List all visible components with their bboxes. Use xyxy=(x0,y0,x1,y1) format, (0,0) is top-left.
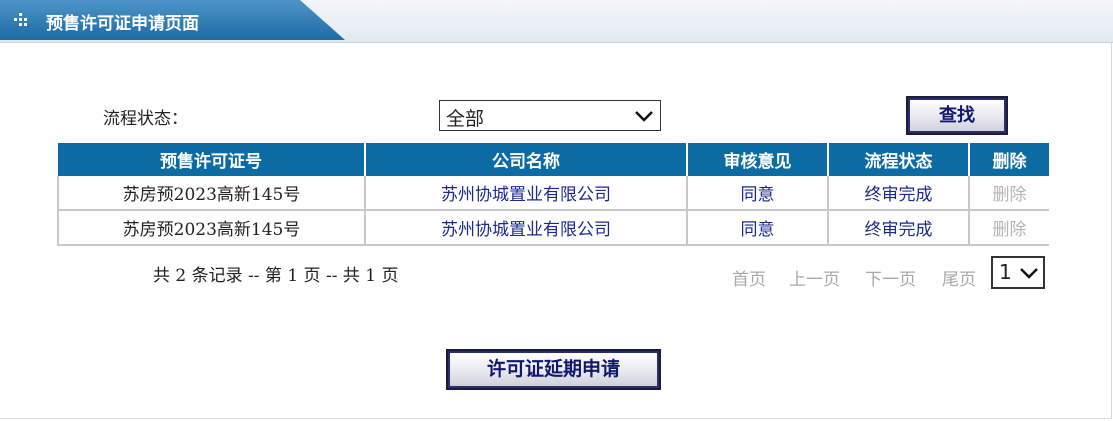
extend-permit-button[interactable]: 许可证延期申请 xyxy=(446,349,661,390)
pager-prev: 上一页 xyxy=(789,270,840,290)
pager-last: 尾页 xyxy=(942,270,976,290)
table-row: 苏房预2023高新145号 苏州协城置业有限公司 同意 终审完成 删除 xyxy=(57,176,1049,211)
column-header-status: 流程状态 xyxy=(828,143,970,176)
grid-dots-icon xyxy=(14,13,27,26)
title-tab: 预售许可证申请页面 xyxy=(0,0,345,40)
column-header-opinion: 审核意见 xyxy=(687,143,829,176)
delete-link: 删除 xyxy=(969,176,1049,211)
company-link[interactable]: 苏州协城置业有限公司 xyxy=(365,176,688,211)
pager-first: 首页 xyxy=(732,270,766,290)
column-header-delete: 删除 xyxy=(969,143,1049,176)
status-link[interactable]: 终审完成 xyxy=(828,210,970,246)
table-header-row: 预售许可证号 公司名称 审核意见 流程状态 删除 xyxy=(58,143,1049,176)
search-button[interactable]: 查找 xyxy=(906,96,1008,135)
column-header-permit-no: 预售许可证号 xyxy=(58,143,366,176)
page-title: 预售许可证申请页面 xyxy=(46,14,199,34)
company-link[interactable]: 苏州协城置业有限公司 xyxy=(365,210,688,246)
opinion-link[interactable]: 同意 xyxy=(687,210,829,246)
opinion-link[interactable]: 同意 xyxy=(687,176,829,211)
pager-info: 共 2 条记录 -- 第 1 页 -- 共 1 页 xyxy=(153,266,399,286)
permit-no-cell: 苏房预2023高新145号 xyxy=(57,210,366,246)
permit-table: 预售许可证号 公司名称 审核意见 流程状态 删除 苏房预2023高新145号 苏… xyxy=(57,143,1049,246)
page-select-value: 1 xyxy=(999,260,1012,284)
page-select[interactable]: 1 xyxy=(991,256,1045,289)
status-filter-value: 全部 xyxy=(446,108,485,130)
permit-no-cell: 苏房预2023高新145号 xyxy=(57,176,366,211)
chevron-down-icon xyxy=(635,111,653,122)
status-filter-select[interactable]: 全部 xyxy=(439,100,661,131)
delete-link: 删除 xyxy=(969,210,1049,246)
search-button-label: 查找 xyxy=(910,100,1004,131)
title-bar: 预售许可证申请页面 xyxy=(0,0,1113,43)
column-header-company: 公司名称 xyxy=(365,143,688,176)
status-filter-label: 流程状态： xyxy=(103,109,188,129)
extend-permit-button-label: 许可证延期申请 xyxy=(450,353,657,386)
status-link[interactable]: 终审完成 xyxy=(828,176,970,211)
chevron-down-icon xyxy=(1020,268,1038,279)
table-row: 苏房预2023高新145号 苏州协城置业有限公司 同意 终审完成 删除 xyxy=(57,210,1049,246)
pager-next: 下一页 xyxy=(865,270,916,290)
